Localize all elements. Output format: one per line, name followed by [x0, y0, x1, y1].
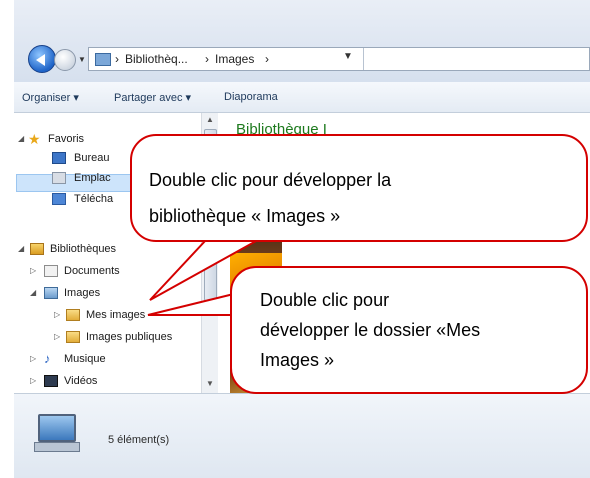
- callout-line: Images »: [260, 350, 335, 370]
- callout-line: Double clic pour développer la: [149, 170, 392, 190]
- callout-line: Double clic pour: [260, 290, 390, 310]
- callout-line: développer le dossier «Mes: [260, 320, 481, 340]
- callout-line: bibliothèque « Images »: [149, 206, 341, 226]
- callout-expand-folder: Double clic pour développer le dossier «…: [230, 266, 588, 394]
- callout-expand-library: Double clic pour développer la bibliothè…: [130, 134, 588, 242]
